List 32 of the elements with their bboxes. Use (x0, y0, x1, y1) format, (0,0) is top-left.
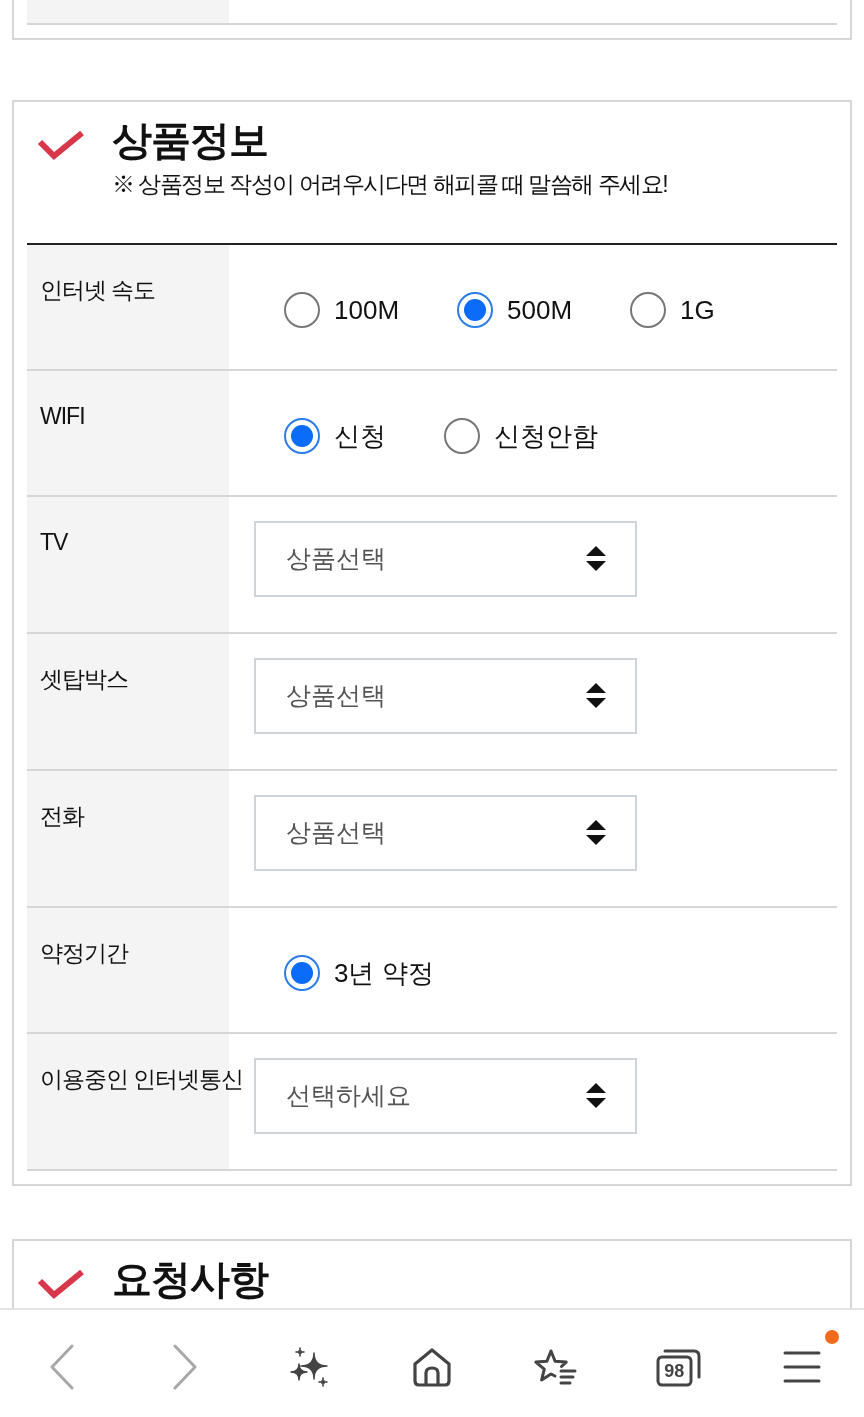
up-down-arrows-icon (586, 683, 606, 709)
radio-button[interactable] (444, 418, 480, 454)
field-label: 셋탑박스 (40, 665, 128, 694)
field-label: 이용중인 인터넷통신 (40, 1065, 244, 1094)
radio-button[interactable] (284, 418, 320, 454)
option-label[interactable]: 3년 약정 (334, 956, 434, 990)
field-label: TV (40, 528, 68, 557)
field-label: 인터넷 속도 (40, 276, 156, 305)
field-label: 약정기간 (40, 939, 128, 968)
up-down-arrows-icon (586, 1083, 606, 1109)
dropdown-field[interactable]: 상품선택 (254, 658, 637, 734)
radio-button[interactable] (630, 292, 667, 328)
section-title: 요청사항 (112, 1256, 268, 1303)
radio-button[interactable] (284, 292, 320, 328)
up-down-arrows-icon (586, 546, 606, 572)
option-label[interactable]: 신청 (334, 419, 386, 453)
option-label[interactable]: 1G (680, 293, 715, 327)
up-down-arrows-icon (586, 820, 606, 846)
check-mark-icon (37, 130, 85, 162)
option-label[interactable]: 신청안함 (494, 419, 598, 453)
section-note: ※ 상품정보 작성이 어려우시다면 해피콜 때 말씀해 주세요! (112, 170, 668, 199)
option-label[interactable]: 100M (334, 293, 400, 327)
radio-button[interactable] (284, 955, 320, 991)
dropdown-field[interactable]: 선택하세요 (254, 1058, 637, 1134)
field-label: 전화 (40, 802, 84, 831)
section-title: 상품정보 (112, 117, 268, 164)
dropdown-field[interactable]: 상품선택 (254, 795, 637, 871)
option-label[interactable]: 500M (507, 293, 573, 327)
radio-button[interactable] (457, 292, 494, 328)
dropdown-field[interactable]: 상품선택 (254, 521, 637, 597)
check-mark-icon (37, 1269, 85, 1301)
field-label: WIFI (40, 402, 85, 431)
